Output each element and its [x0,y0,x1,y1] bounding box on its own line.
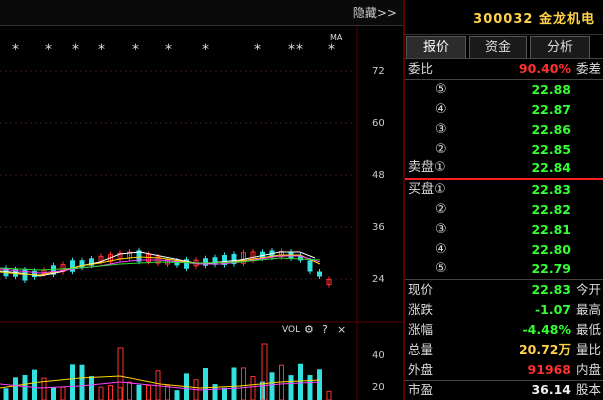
volume-bar [108,384,113,400]
vol-label: VOL [282,325,300,335]
volume-bar [298,363,303,400]
volume-bar [98,386,104,400]
signal-star: * [132,42,139,58]
candle-body [212,257,218,265]
vol-axis-tick: 40 [372,350,385,361]
volume-bar [70,364,75,400]
volume-bar [136,384,142,400]
volume-bar [279,364,284,400]
buy-row-1[interactable]: 买盘① 22.83 [405,180,603,200]
volume-bar [117,387,123,400]
volume-bar [60,386,66,400]
kline-chart-area[interactable]: 隐藏>> 72 60 48 36 24 MA * * * * * * * * * * * [0,0,403,400]
quote-panel: 300032 金龙机电 报价 资金 分析 委比 90.40% 委差 ⑤ 22.8… [405,0,603,400]
sell-row-5[interactable]: ⑤ 22.88 [405,80,603,100]
volume-bar [22,374,28,400]
volume-bar [32,369,37,400]
volume-bar [250,375,256,400]
volume-bar [269,372,275,400]
volume-bar [89,376,94,400]
signal-star: * [98,42,105,58]
vol-axis-tick: 20 [372,382,385,393]
sell-row-4[interactable]: ④ 22.87 [405,100,603,120]
volume-bar [222,387,227,400]
buy-row-5[interactable]: ⑤ 22.79 [405,259,603,279]
weicha-label: 委差 [575,61,601,76]
volume-bar [3,388,9,400]
gear-icon[interactable]: ⚙ [304,323,314,336]
stat-row-volume: 总量 20.72万 量比 [408,342,601,357]
stat-row-change: 涨跌 -1.07 最高 [408,302,601,317]
signal-star: * [165,42,172,58]
volume-bar [288,375,294,400]
volume-bar [326,390,332,400]
kline-svg: 72 60 48 36 24 MA * * * * * * * * * * * VOL ⚙ ? × … [0,26,403,400]
volume-bar [241,367,246,400]
candle-body [317,271,322,277]
price-axis-tick: 24 [372,274,385,285]
signal-star: * [45,42,52,58]
volume-bar [165,385,170,400]
volume-bar [231,367,237,400]
weibi-value: 90.40% [518,61,571,76]
volume-bar [51,387,56,400]
signal-markers: * * * * * * * * * * * [12,42,335,58]
volume-bar [307,375,313,400]
volume-bar [79,364,85,400]
signal-star: * [202,42,209,58]
buy-row-4[interactable]: ④ 22.80 [405,240,603,260]
volume-bar [317,369,322,400]
candles [3,247,332,288]
volume-bar [146,384,151,400]
candle-body [307,260,313,272]
signal-star: * [72,42,79,58]
signal-star: * [296,42,303,58]
stat-row-pe: 市盈 36.14 股本 [408,382,601,397]
signal-star: * [288,42,295,58]
weibi-label: 委比 [408,61,434,76]
volume-bars [3,343,332,400]
stat-row-outer: 外盘 91968 内盘 [408,362,601,377]
tab-analysis[interactable]: 分析 [530,36,590,58]
weibi-row: 委比 90.40% 委差 [405,59,603,79]
price-axis-tick: 72 [372,66,385,77]
buy-row-3[interactable]: ③ 22.81 [405,220,603,240]
signal-star: * [254,42,261,58]
sell-row-2[interactable]: ② 22.85 [405,140,603,160]
sell-row-1[interactable]: 卖盘① 22.84 [405,158,603,178]
volume-bar [13,377,18,400]
price-axis-tick: 48 [372,170,385,181]
tab-quote[interactable]: 报价 [406,36,466,58]
stat-row-pct: 涨幅 -4.48% 最低 [408,322,601,337]
close-icon[interactable]: × [337,323,346,336]
price-axis-tick: 60 [372,118,385,129]
volume-bar [174,390,180,400]
sell-row-3[interactable]: ③ 22.86 [405,120,603,140]
help-icon[interactable]: ? [322,323,328,336]
volume-bar [203,368,208,400]
price-axis-tick: 36 [372,222,385,233]
panel-tabs: 报价 资金 分析 [405,36,603,58]
tab-funds[interactable]: 资金 [469,36,527,58]
signal-star: * [328,42,335,58]
stat-row-price: 现价 22.83 今开 [408,282,601,297]
stock-name: 金龙机电 [538,12,595,27]
hide-panel-button[interactable]: 隐藏>> [353,4,397,21]
volume-bar [127,381,132,400]
buy-row-2[interactable]: ② 22.82 [405,200,603,220]
stock-code: 300032 [473,12,534,27]
chart-top-bar: 隐藏>> [0,0,403,26]
ma-label: MA [330,33,343,42]
signal-star: * [12,42,19,58]
stock-title-bar: 300032 金龙机电 [405,0,603,35]
